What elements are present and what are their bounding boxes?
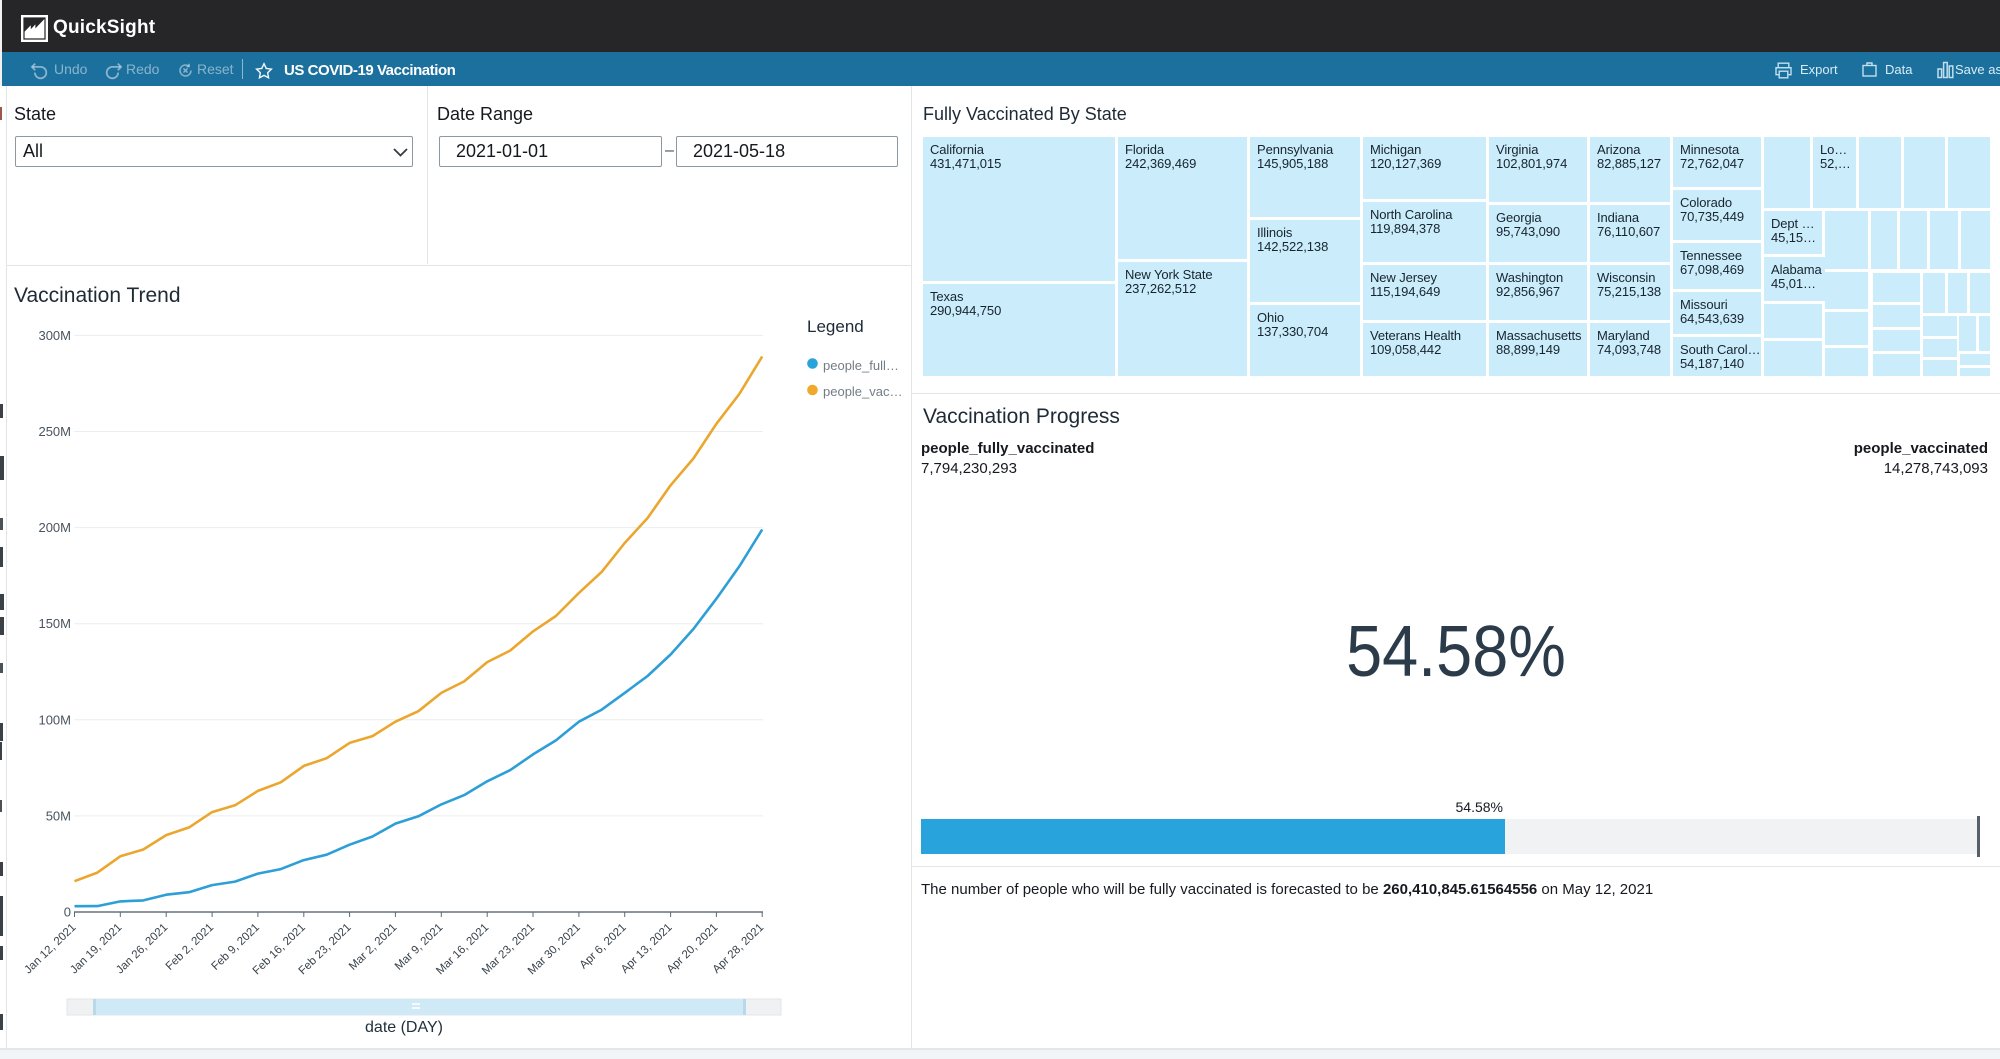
svg-text:0: 0 <box>64 905 71 920</box>
svg-text:date (DAY): date (DAY) <box>365 1019 443 1036</box>
svg-text:100M: 100M <box>38 712 71 727</box>
svg-text:50M: 50M <box>46 808 71 823</box>
svg-text:200M: 200M <box>38 520 71 535</box>
svg-text:Legend: Legend <box>807 317 864 336</box>
svg-text:Feb 2, 2021: Feb 2, 2021 <box>164 922 216 973</box>
svg-text:300M: 300M <box>38 328 71 343</box>
svg-text:250M: 250M <box>38 424 71 439</box>
svg-text:Mar 2, 2021: Mar 2, 2021 <box>347 922 399 973</box>
svg-text:people_full…: people_full… <box>823 358 899 373</box>
svg-text:150M: 150M <box>38 616 71 631</box>
svg-text:people_vac…: people_vac… <box>823 384 903 399</box>
